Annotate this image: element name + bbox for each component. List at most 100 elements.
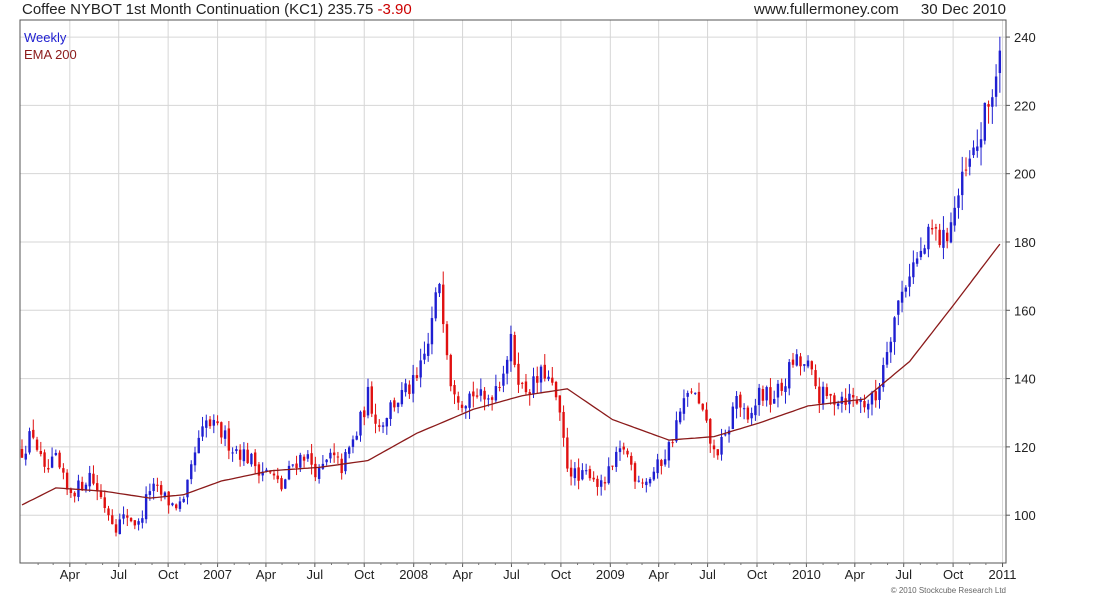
candle-down (295, 463, 298, 468)
candle-down (498, 386, 501, 388)
candle-down (863, 400, 866, 408)
candle-up (389, 402, 392, 419)
candle-up (355, 435, 358, 440)
candle-down (490, 397, 494, 400)
candle-down (445, 324, 449, 356)
x-tick-label: Jul (503, 567, 520, 582)
candle-down (521, 382, 524, 384)
candle-down (374, 414, 377, 424)
candle-up (344, 452, 347, 472)
candle-down (633, 463, 637, 482)
candle-up (772, 398, 776, 404)
candle-up (840, 396, 844, 404)
candle-up (927, 226, 930, 250)
candle-up (821, 386, 825, 405)
candle-down (472, 391, 475, 397)
candle-up (957, 195, 960, 208)
candle-down (524, 381, 528, 393)
candle-down (851, 395, 855, 398)
candle-up (900, 291, 904, 303)
candle-up (803, 364, 806, 366)
candle-down (829, 393, 832, 396)
candle-down (701, 403, 704, 410)
candle-down (393, 400, 396, 408)
y-axis: 100 120 140 160 180 200 220 240 (1006, 30, 1036, 523)
candle-down (167, 491, 170, 506)
candle-down (641, 482, 644, 484)
candle-down (938, 229, 941, 246)
candle-down (987, 104, 990, 107)
candle-up (190, 464, 193, 480)
candle-up (742, 408, 746, 410)
candle-down (543, 364, 546, 379)
candle-down (513, 335, 516, 365)
x-tick-label: Jul (307, 567, 324, 582)
candle-up (694, 392, 697, 394)
candle-down (415, 375, 419, 378)
candle-up (359, 411, 362, 436)
candle-down (80, 481, 84, 491)
candle-up (88, 472, 91, 487)
candle-up (197, 437, 200, 454)
candle-down (660, 460, 663, 466)
y-tick-label: 140 (1014, 372, 1036, 387)
candle-down (32, 429, 35, 438)
candle-down (332, 452, 336, 456)
x-tick-label: 2009 (596, 567, 625, 582)
candle-down (220, 422, 223, 438)
candle-up (584, 470, 588, 472)
candle-up (201, 426, 204, 437)
candle-down (818, 386, 821, 404)
candle-up (291, 464, 294, 466)
candle-up (464, 406, 467, 409)
candle-up (430, 318, 434, 345)
candle-up (682, 398, 686, 414)
x-tick-label: Oct (158, 567, 179, 582)
candle-up (182, 498, 185, 502)
y-tick-label: 160 (1014, 303, 1036, 318)
candle-down (517, 363, 520, 385)
x-tick-label: Apr (452, 567, 473, 582)
candle-down (739, 394, 742, 408)
x-tick-label: Oct (354, 567, 375, 582)
candle-up (438, 283, 441, 294)
price-chart: 100120140160180200220240 Apr Jul Oct 2007 Ap… (19, 19, 1036, 582)
candle-down (73, 492, 76, 497)
candle-up (509, 333, 513, 362)
candle-down (47, 467, 50, 470)
candle-down (566, 437, 569, 469)
candle-up (878, 386, 881, 400)
candle-down (111, 515, 114, 525)
x-axis: Apr Jul Oct 2007 Apr Jul Oct 2008 Apr Jul Oct 2009 A… (37, 563, 1017, 582)
candle-up (836, 403, 840, 406)
y-tick-label: 100 (1014, 508, 1036, 523)
candle-down (58, 452, 61, 468)
candle-up (765, 387, 768, 401)
candle-up (750, 412, 753, 419)
candle-down (129, 517, 133, 522)
candle-up (735, 395, 738, 409)
y-tick-label: 120 (1014, 440, 1036, 455)
candle-down (874, 391, 877, 401)
candle-down (690, 391, 693, 393)
candle-down (780, 382, 783, 391)
candle-up (171, 503, 174, 506)
candle-down (814, 370, 817, 387)
candle-down (460, 404, 464, 408)
candle-down (810, 361, 814, 370)
candle-down (280, 478, 283, 490)
candle-down (697, 391, 701, 404)
candle-down (712, 445, 716, 450)
y-tick-label: 240 (1014, 30, 1036, 45)
candle-down (475, 395, 479, 397)
candle-down (370, 386, 373, 414)
candle-down (272, 473, 276, 476)
candle-up (976, 146, 979, 151)
candle-up (193, 452, 197, 466)
x-tick-label: Oct (943, 567, 964, 582)
candle-down (626, 450, 629, 455)
x-tick-label: Jul (699, 567, 716, 582)
candle-up (28, 431, 31, 453)
candle-up (678, 411, 682, 423)
candle-up (652, 471, 656, 480)
